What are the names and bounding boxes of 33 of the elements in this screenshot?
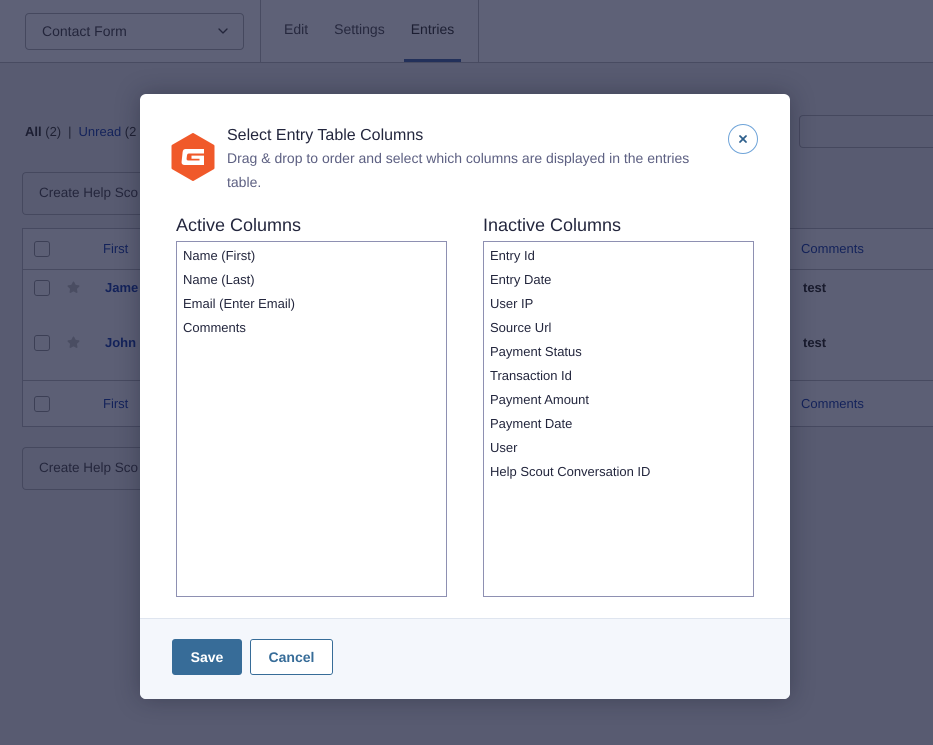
list-heading: Active Columns (176, 214, 302, 236)
filter-separator: | (68, 122, 72, 141)
checkbox[interactable] (34, 280, 50, 296)
column-item[interactable]: Comments (183, 316, 246, 340)
modal-description: Drag & drop to order and select which columns are displayed in the entries table. (227, 149, 690, 192)
column-item[interactable]: Email (Enter Email) (183, 292, 295, 316)
checkbox[interactable] (34, 241, 50, 257)
save-button[interactable]: Save (172, 639, 242, 675)
list-heading: Inactive Columns (483, 214, 622, 236)
column-item[interactable]: Name (Last) (183, 268, 255, 292)
checkbox[interactable] (34, 335, 50, 351)
checkbox[interactable] (34, 396, 50, 412)
column-item[interactable]: Transaction Id (490, 364, 572, 388)
close-icon (737, 133, 749, 145)
column-item[interactable]: Payment Amount (490, 388, 589, 412)
input-field[interactable] (799, 115, 933, 148)
column-item[interactable]: Payment Status (490, 340, 582, 364)
column-list[interactable]: Entry Id Entry Date User IP Source Url Payment Status Transaction Id Payment Amount Payment Date User Help Scout Conversation ID (483, 241, 754, 597)
column-list[interactable]: Name (First) Name (Last) Email (Enter Email) Comments (176, 241, 447, 597)
column-item[interactable]: Help Scout Conversation ID (490, 460, 650, 484)
column-item[interactable]: User IP (490, 292, 534, 316)
column-item[interactable]: Name (First) (183, 244, 256, 268)
logo-icon (171, 133, 215, 181)
modal-title: Select Entry Table Columns (227, 126, 424, 146)
table-cell: test (803, 280, 826, 296)
cancel-button[interactable]: Cancel (250, 639, 333, 675)
column-item[interactable]: Source Url (490, 316, 552, 340)
column-item[interactable]: User (490, 436, 518, 460)
column-item[interactable]: Payment Date (490, 412, 572, 436)
column-item[interactable]: Entry Id (490, 244, 535, 268)
column-item[interactable]: Entry Date (490, 268, 552, 292)
table-cell: test (803, 335, 826, 351)
close-button[interactable] (728, 124, 758, 154)
